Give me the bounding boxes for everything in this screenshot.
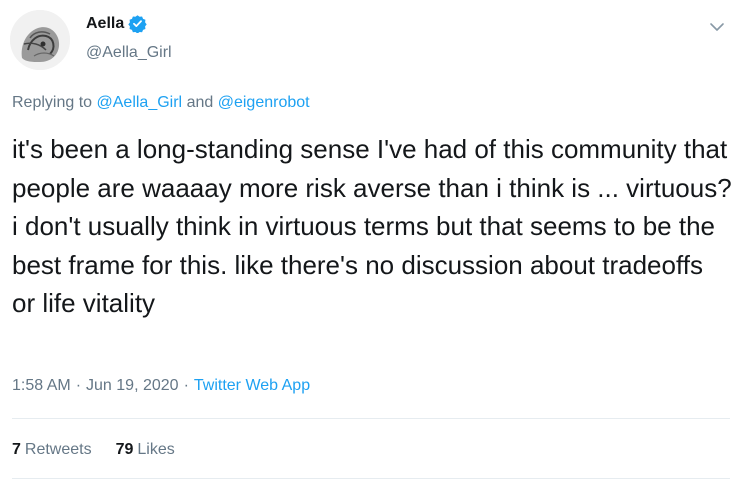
retweets-stat[interactable]: 7 Retweets — [12, 441, 92, 459]
replying-to: Replying to @Aella_Girl and @eigenrobot — [12, 94, 310, 112]
author-handle[interactable]: @Aella_Girl — [86, 44, 172, 62]
chevron-down-icon[interactable] — [708, 18, 726, 36]
tweet-date[interactable]: Jun 19, 2020 — [86, 377, 179, 395]
tweet-stats: 7 Retweets 79 Likes — [12, 441, 199, 459]
retweets-count: 7 — [12, 441, 21, 458]
avatar-image — [10, 10, 70, 70]
replying-to-conj: and — [186, 94, 214, 111]
meta-separator: · — [183, 377, 189, 394]
replying-to-prefix: Replying to — [12, 94, 93, 111]
retweets-label: Retweets — [24, 441, 92, 458]
divider — [12, 418, 730, 419]
likes-label: Likes — [137, 441, 175, 458]
author-name-row[interactable]: Aella — [86, 14, 147, 34]
likes-stat[interactable]: 79 Likes — [116, 441, 175, 459]
reply-user-link-2[interactable]: @eigenrobot — [218, 94, 310, 111]
divider — [12, 478, 730, 479]
author-display-name[interactable]: Aella — [86, 15, 124, 33]
tweet-text: it's been a long-standing sense I've had… — [12, 134, 739, 318]
likes-count: 79 — [115, 441, 134, 458]
reply-user-link-1[interactable]: @Aella_Girl — [97, 94, 183, 111]
avatar[interactable] — [10, 10, 70, 70]
meta-separator: · — [75, 377, 82, 394]
tweet-meta: 1:58 AM · Jun 19, 2020 · Twitter Web App — [12, 377, 310, 395]
tweet-time[interactable]: 1:58 AM — [12, 377, 71, 395]
verified-badge-icon — [128, 14, 147, 34]
tweet-source-app[interactable]: Twitter Web App — [194, 377, 310, 395]
